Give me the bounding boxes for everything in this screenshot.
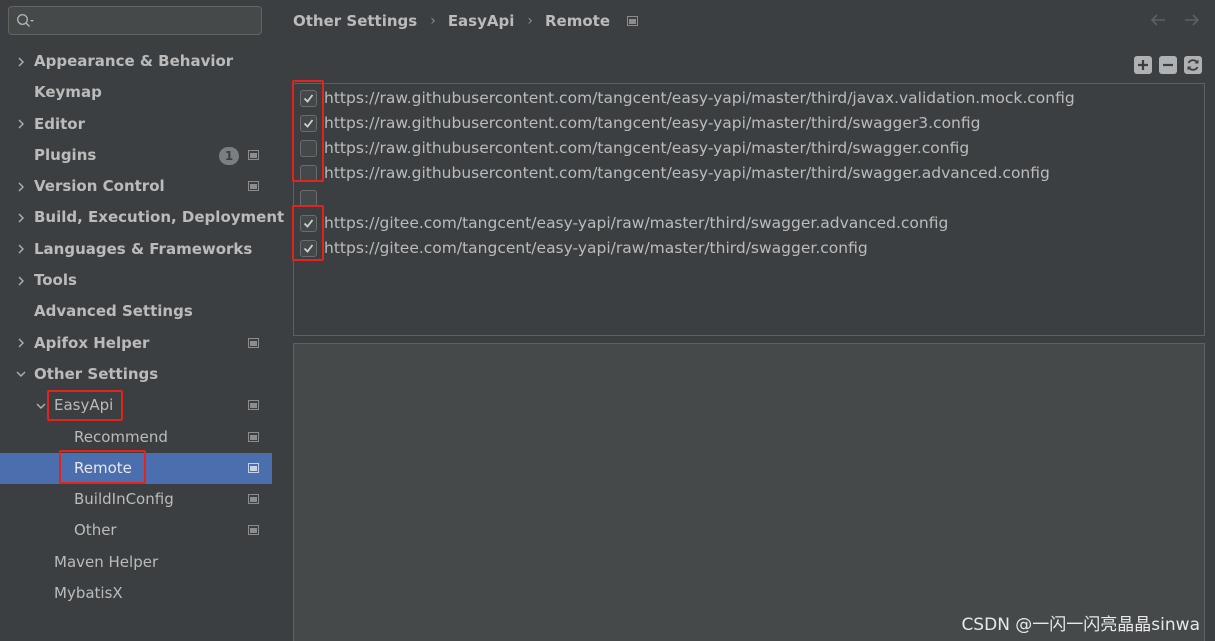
forward-arrow-icon[interactable] — [1182, 10, 1202, 30]
sidebar-item-label: Languages & Frameworks — [34, 239, 253, 258]
chevron-right-icon[interactable] — [15, 212, 27, 224]
breadcrumb-item: Other Settings — [293, 12, 418, 30]
chevron-right-icon[interactable] — [15, 275, 27, 287]
breadcrumb: Other Settings › EasyApi › Remote — [293, 11, 638, 31]
remote-config-row[interactable] — [294, 186, 1204, 211]
sidebar-item-label: Advanced Settings — [34, 302, 193, 321]
remote-config-list: https://raw.githubusercontent.com/tangce… — [293, 83, 1205, 336]
project-settings-icon — [248, 462, 259, 473]
remote-config-url: https://raw.githubusercontent.com/tangce… — [324, 114, 981, 132]
config-content-panel[interactable] — [293, 343, 1205, 641]
highlight-box-remote — [59, 450, 146, 484]
add-icon[interactable] — [1133, 55, 1153, 75]
refresh-icon[interactable] — [1183, 55, 1203, 75]
sidebar-item-other[interactable]: Other — [0, 515, 272, 546]
highlight-box-gitee-checkboxes — [292, 205, 324, 261]
sidebar-item-apifox-helper[interactable]: Apifox Helper — [0, 328, 272, 359]
breadcrumb-item: EasyApi — [447, 12, 515, 30]
highlight-box-easyapi — [47, 390, 123, 421]
sidebar-item-label: Build, Execution, Deployment — [34, 208, 285, 227]
sidebar-item-label: Apifox Helper — [34, 333, 150, 352]
sidebar-item-label: Tools — [34, 271, 77, 290]
remote-config-row[interactable]: https://raw.githubusercontent.com/tangce… — [294, 86, 1204, 111]
chevron-right-icon[interactable] — [15, 243, 27, 255]
settings-sidebar: Appearance & Behavior Keymap Editor Plug… — [0, 0, 284, 641]
remote-config-row[interactable]: https://raw.githubusercontent.com/tangce… — [294, 111, 1204, 136]
project-settings-icon — [248, 494, 259, 505]
sidebar-item-label: Recommend — [74, 427, 168, 446]
remote-config-row[interactable]: https://raw.githubusercontent.com/tangce… — [294, 136, 1204, 161]
remote-config-row[interactable]: https://raw.githubusercontent.com/tangce… — [294, 161, 1204, 186]
sidebar-item-easyapi[interactable]: EasyApi — [0, 390, 272, 421]
sidebar-item-editor[interactable]: Editor — [0, 109, 272, 140]
project-settings-icon — [627, 16, 638, 26]
chevron-right-icon[interactable] — [15, 181, 27, 193]
watermark: CSDN @一闪一闪亮晶晶sinwa — [961, 615, 1200, 635]
remote-config-url: https://raw.githubusercontent.com/tangce… — [324, 89, 1075, 107]
sidebar-item-mybatisx[interactable]: MybatisX — [0, 578, 272, 609]
sidebar-item-languages-frameworks[interactable]: Languages & Frameworks — [0, 234, 272, 265]
project-settings-icon — [248, 431, 259, 442]
breadcrumb-separator: › — [527, 13, 533, 29]
sidebar-item-label: Other — [74, 521, 117, 540]
breadcrumb-item: Remote — [544, 12, 610, 30]
settings-tree: Appearance & Behavior Keymap Editor Plug… — [0, 46, 284, 609]
remote-config-row[interactable]: https://gitee.com/tangcent/easy-yapi/raw… — [294, 211, 1204, 236]
breadcrumb-separator: › — [430, 13, 436, 29]
search-icon — [16, 13, 34, 28]
chevron-right-icon[interactable] — [15, 118, 27, 130]
project-settings-icon — [248, 181, 259, 192]
project-settings-icon — [248, 149, 259, 160]
remote-config-url: https://raw.githubusercontent.com/tangce… — [324, 139, 970, 157]
sidebar-item-maven-helper[interactable]: Maven Helper — [0, 547, 272, 578]
sidebar-item-label: Plugins — [34, 145, 97, 164]
remote-config-row[interactable]: https://gitee.com/tangcent/easy-yapi/raw… — [294, 236, 1204, 261]
sidebar-item-label: Other Settings — [34, 364, 159, 383]
project-settings-icon — [248, 525, 259, 536]
sidebar-item-advanced-settings[interactable]: Advanced Settings — [0, 296, 272, 327]
sidebar-item-tools[interactable]: Tools — [0, 265, 272, 296]
highlight-box-github-checkboxes — [292, 80, 324, 182]
chevron-down-icon[interactable] — [15, 368, 27, 380]
chevron-down-icon[interactable] — [35, 400, 47, 412]
project-settings-icon — [248, 400, 259, 411]
remove-icon[interactable] — [1158, 55, 1178, 75]
remote-config-url: https://gitee.com/tangcent/easy-yapi/raw… — [324, 239, 868, 257]
sidebar-item-keymap[interactable]: Keymap — [0, 77, 272, 108]
plugins-update-badge: 1 — [219, 146, 239, 165]
sidebar-item-label: Maven Helper — [54, 552, 159, 571]
project-settings-icon — [248, 337, 259, 348]
sidebar-item-label: Keymap — [34, 83, 102, 102]
sidebar-item-label: Editor — [34, 114, 85, 133]
chevron-right-icon[interactable] — [15, 337, 27, 349]
sidebar-item-label: BuildInConfig — [74, 490, 174, 509]
sidebar-item-appearance-behavior[interactable]: Appearance & Behavior — [0, 46, 272, 77]
back-arrow-icon[interactable] — [1148, 10, 1168, 30]
sidebar-item-label: MybatisX — [54, 584, 123, 603]
sidebar-item-version-control[interactable]: Version Control — [0, 171, 272, 202]
sidebar-item-label: Appearance & Behavior — [34, 52, 234, 70]
chevron-right-icon[interactable] — [15, 56, 27, 68]
sidebar-item-other-settings[interactable]: Other Settings — [0, 359, 272, 390]
sidebar-item-build-execution-deployment[interactable]: Build, Execution, Deployment — [0, 202, 284, 233]
sidebar-item-buildinconfig[interactable]: BuildInConfig — [0, 484, 272, 515]
search-input[interactable] — [8, 6, 262, 35]
sidebar-item-plugins[interactable]: Plugins 1 — [0, 140, 272, 171]
sidebar-item-recommend[interactable]: Recommend — [0, 422, 272, 453]
remote-config-url: https://gitee.com/tangcent/easy-yapi/raw… — [324, 214, 949, 232]
sidebar-item-label: Version Control — [34, 177, 165, 196]
remote-config-url: https://raw.githubusercontent.com/tangce… — [324, 164, 1050, 182]
